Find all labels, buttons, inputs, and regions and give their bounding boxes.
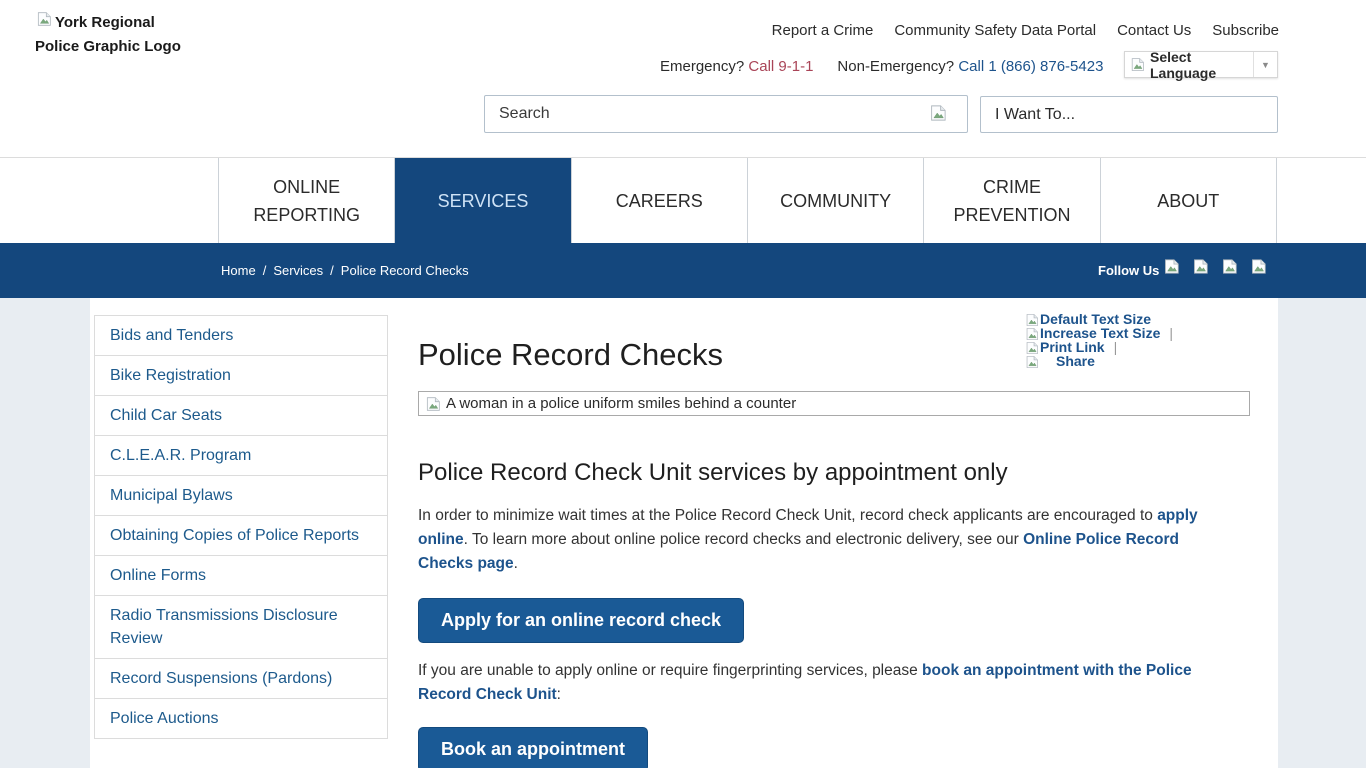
main-navigation-items: ONLINE REPORTING SERVICES CAREERS COMMUN… <box>218 158 1277 243</box>
sidebar-item-child-car-seats[interactable]: Child Car Seats <box>95 396 387 436</box>
utility-links: Report a Crime Community Safety Data Por… <box>772 22 1279 39</box>
sidebar-item-police-auctions[interactable]: Police Auctions <box>95 699 387 739</box>
breadcrumb-home[interactable]: Home <box>221 263 256 278</box>
sidebar-item-bike-registration[interactable]: Bike Registration <box>95 356 387 396</box>
sidebar-item-online-forms[interactable]: Online Forms <box>95 556 387 596</box>
intro-paragraph-text: In order to minimize wait times at the P… <box>418 507 1157 524</box>
site-logo[interactable]: York Regional Police Graphic Logo <box>35 11 195 59</box>
section-heading: Police Record Check Unit services by app… <box>418 458 1250 488</box>
chevron-down-icon: ▼ <box>1253 52 1277 77</box>
nav-item-services[interactable]: SERVICES <box>394 158 570 243</box>
breadcrumb-bar: Home / Services / Police Record Checks Follo… <box>0 243 1366 298</box>
sidebar-list: Bids and Tenders Bike Registration Child… <box>95 316 387 739</box>
social-icon-4[interactable] <box>1250 258 1267 275</box>
community-safety-data-portal-link[interactable]: Community Safety Data Portal <box>894 22 1096 39</box>
i-want-to-dropdown[interactable]: I Want To... <box>980 96 1278 133</box>
nav-item-crime-prevention[interactable]: CRIME PREVENTION <box>923 158 1099 243</box>
social-icons <box>1163 258 1267 275</box>
subscribe-link[interactable]: Subscribe <box>1212 22 1279 39</box>
breadcrumb: Home / Services / Police Record Checks <box>221 263 469 278</box>
nav-item-community[interactable]: COMMUNITY <box>747 158 923 243</box>
sidebar-item-radio-transmissions-disclosure-review[interactable]: Radio Transmissions Disclosure Review <box>95 596 387 659</box>
hero-image-alt-text: A woman in a police uniform smiles behin… <box>446 395 796 412</box>
main-navigation: ONLINE REPORTING SERVICES CAREERS COMMUN… <box>0 157 1366 243</box>
main-content: Police Record Checks A woman in a police… <box>418 298 1250 768</box>
appointment-paragraph-text: If you are unable to apply online or req… <box>418 662 922 679</box>
search-icon[interactable] <box>929 104 947 122</box>
nav-item-careers[interactable]: CAREERS <box>571 158 747 243</box>
apply-online-record-check-button[interactable]: Apply for an online record check <box>418 598 744 643</box>
emergency-group: Emergency? Call 9-1-1 <box>660 58 813 75</box>
content-panel: Default Text Size Increase Text Size | P… <box>90 298 1278 768</box>
appointment-paragraph: If you are unable to apply online or req… <box>418 659 1233 707</box>
breadcrumb-separator: / <box>330 263 334 278</box>
contact-us-link[interactable]: Contact Us <box>1117 22 1191 39</box>
breadcrumb-current-page: Police Record Checks <box>341 263 469 278</box>
content-background: Default Text Size Increase Text Size | P… <box>0 298 1366 768</box>
broken-image-icon <box>425 396 441 412</box>
non-emergency-group: Non-Emergency? Call 1 (866) 876-5423 <box>837 58 1103 75</box>
sidebar-item-bids-and-tenders[interactable]: Bids and Tenders <box>95 316 387 356</box>
sidebar-item-obtaining-copies-of-police-reports[interactable]: Obtaining Copies of Police Reports <box>95 516 387 556</box>
emergency-call-link[interactable]: Call 9-1-1 <box>748 58 813 75</box>
search-box <box>484 95 968 133</box>
emergency-row: Emergency? Call 9-1-1 Non-Emergency? Cal… <box>660 58 1103 75</box>
emergency-label: Emergency? <box>660 58 744 75</box>
logo-alt-text: York Regional Police Graphic Logo <box>35 14 181 55</box>
breadcrumb-services[interactable]: Services <box>273 263 323 278</box>
social-icon-1[interactable] <box>1163 258 1180 275</box>
broken-image-icon <box>35 11 55 27</box>
page-title: Police Record Checks <box>418 336 1250 374</box>
sidebar-item-municipal-bylaws[interactable]: Municipal Bylaws <box>95 476 387 516</box>
language-selector[interactable]: Select Language ▼ <box>1124 51 1278 78</box>
translate-icon <box>1125 57 1150 72</box>
intro-paragraph-text: . <box>514 555 518 572</box>
follow-us-label: Follow Us <box>1098 263 1159 278</box>
services-sidebar: Bids and Tenders Bike Registration Child… <box>94 315 388 739</box>
report-a-crime-link[interactable]: Report a Crime <box>772 22 874 39</box>
nav-item-online-reporting[interactable]: ONLINE REPORTING <box>218 158 394 243</box>
intro-paragraph-text: . To learn more about online police reco… <box>464 531 1023 548</box>
search-input[interactable] <box>485 96 967 132</box>
sidebar-item-clear-program[interactable]: C.L.E.A.R. Program <box>95 436 387 476</box>
appointment-paragraph-text: : <box>557 686 561 703</box>
breadcrumb-separator: / <box>263 263 267 278</box>
site-header: York Regional Police Graphic Logo Report… <box>0 0 1366 157</box>
social-icon-2[interactable] <box>1192 258 1209 275</box>
sidebar-item-record-suspensions-pardons[interactable]: Record Suspensions (Pardons) <box>95 659 387 699</box>
book-an-appointment-button[interactable]: Book an appointment <box>418 727 648 768</box>
non-emergency-label: Non-Emergency? <box>837 58 954 75</box>
hero-image-placeholder: A woman in a police uniform smiles behin… <box>418 391 1250 416</box>
social-icon-3[interactable] <box>1221 258 1238 275</box>
language-selector-label: Select Language <box>1150 49 1253 81</box>
nav-item-about[interactable]: ABOUT <box>1100 158 1277 243</box>
non-emergency-call-link[interactable]: Call 1 (866) 876-5423 <box>958 58 1103 75</box>
intro-paragraph: In order to minimize wait times at the P… <box>418 504 1233 576</box>
